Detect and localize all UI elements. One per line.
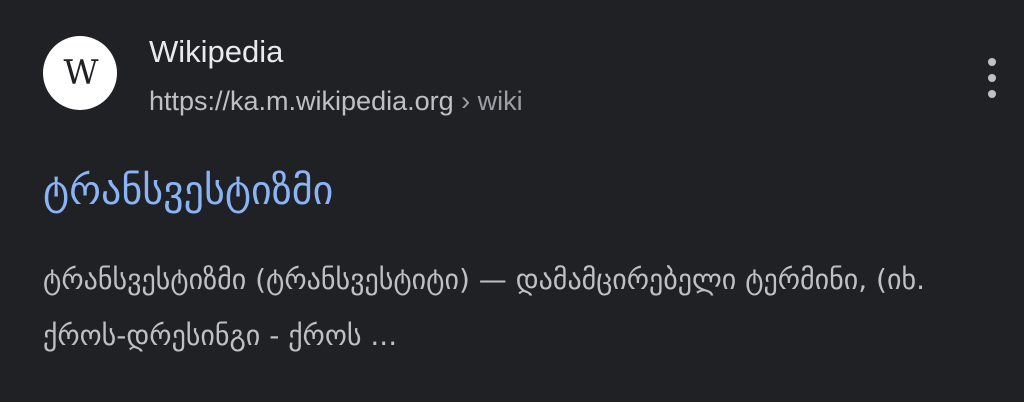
result-title-link[interactable]: ტრანსვესტიზმი xyxy=(43,168,333,214)
site-url[interactable]: https://ka.m.wikipedia.org › wiki xyxy=(149,86,523,117)
wikipedia-logo-icon: W xyxy=(63,53,99,93)
more-vert-icon-dot xyxy=(988,74,996,82)
search-result: W Wikipedia https://ka.m.wikipedia.org ›… xyxy=(0,0,1024,402)
site-name[interactable]: Wikipedia xyxy=(149,34,283,70)
more-options-button[interactable] xyxy=(976,58,1008,98)
url-base: https://ka.m.wikipedia.org xyxy=(149,86,454,116)
url-path: wiki xyxy=(477,86,523,116)
wikipedia-favicon[interactable]: W xyxy=(43,36,117,110)
result-snippet: ტრანსვესტიზმი (ტრანსვესტიტი) — დამამცირე… xyxy=(43,263,925,352)
url-separator: › xyxy=(453,86,478,116)
more-vert-icon-dot xyxy=(988,58,996,66)
more-vert-icon-dot xyxy=(988,90,996,98)
